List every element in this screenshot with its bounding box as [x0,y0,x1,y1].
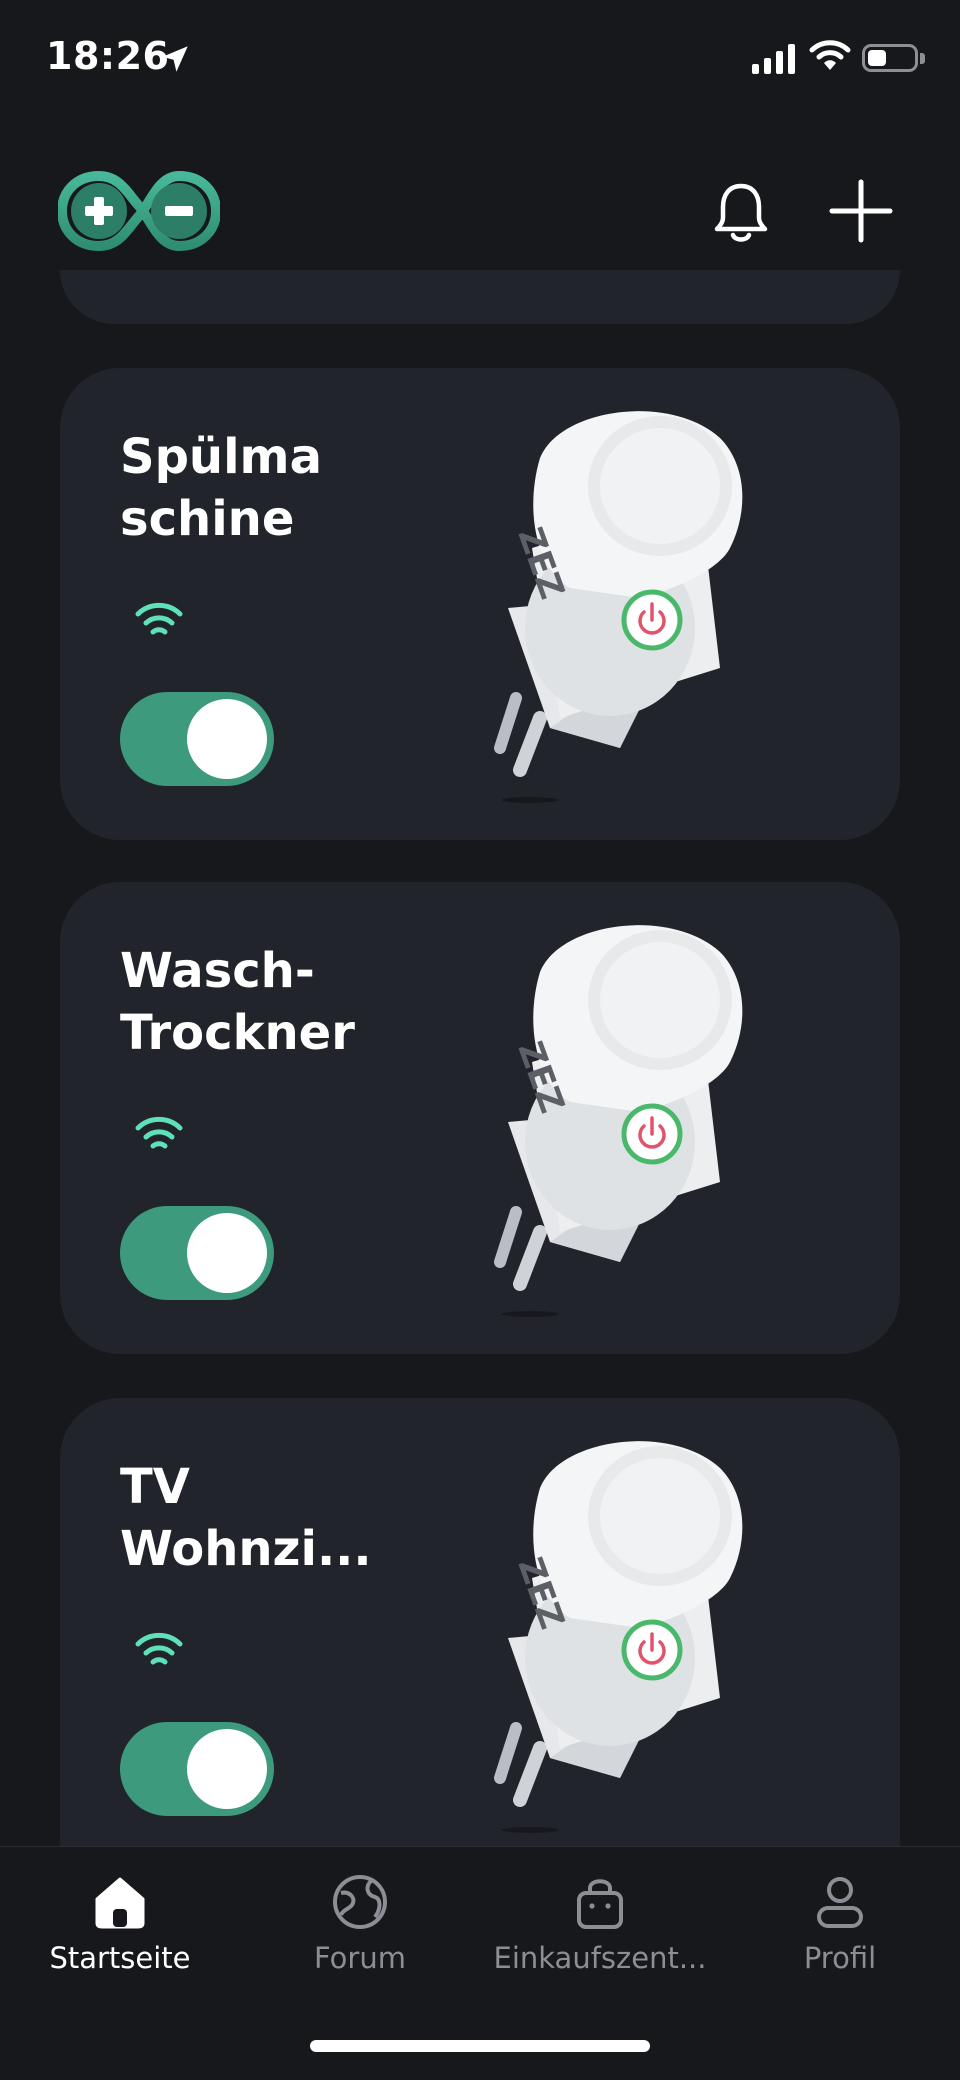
home-indicator[interactable] [310,2040,650,2052]
smart-plug-image: ZEZ [494,1441,743,1833]
device-card[interactable]: TV Wohnzi... ZEZ [60,1398,900,1918]
device-card[interactable]: Spülma schine ZEZ [60,368,900,840]
device-name: TV Wohnzi... [120,1459,372,1577]
wifi-connected-icon [135,1632,183,1665]
tab-profil[interactable]: Profil [720,1873,960,1983]
cellular-signal-icon [752,44,795,74]
wifi-connected-icon [135,602,183,635]
tab-label: Einkaufszent... [493,1941,707,1975]
tab-label: Startseite [49,1941,191,1975]
status-time: 18:26 [46,34,170,78]
device-name: Spülma schine [120,429,322,547]
status-bar: 18:26 [0,0,960,110]
plus-icon[interactable] [828,178,894,244]
tab-einkaufszentrum[interactable]: Einkaufszent... [480,1873,720,1983]
power-toggle[interactable] [120,1206,274,1300]
wifi-status-icon [809,40,851,70]
tab-label: Profil [803,1941,877,1975]
home-icon [95,1877,145,1929]
smart-plug-image: ZEZ [494,411,743,803]
tab-label: Forum [314,1941,406,1975]
globe-icon [333,1875,387,1929]
battery-icon [862,44,918,72]
device-name: Wasch-Trockner [120,943,355,1061]
arduino-logo[interactable] [58,168,220,254]
location-arrow-icon [162,46,188,72]
tab-startseite[interactable]: Startseite [0,1873,240,1983]
tab-forum[interactable]: Forum [240,1873,480,1983]
shopping-bag-icon [577,1879,623,1929]
power-toggle[interactable] [120,1722,274,1816]
bell-icon[interactable] [708,180,774,246]
wifi-connected-icon [135,1116,183,1149]
power-toggle[interactable] [120,692,274,786]
profile-icon [817,1877,863,1928]
smart-plug-image: ZEZ [494,925,743,1317]
device-card[interactable]: Wasch-Trockner ZEZ [60,882,900,1354]
previous-device-card-edge [60,270,900,324]
